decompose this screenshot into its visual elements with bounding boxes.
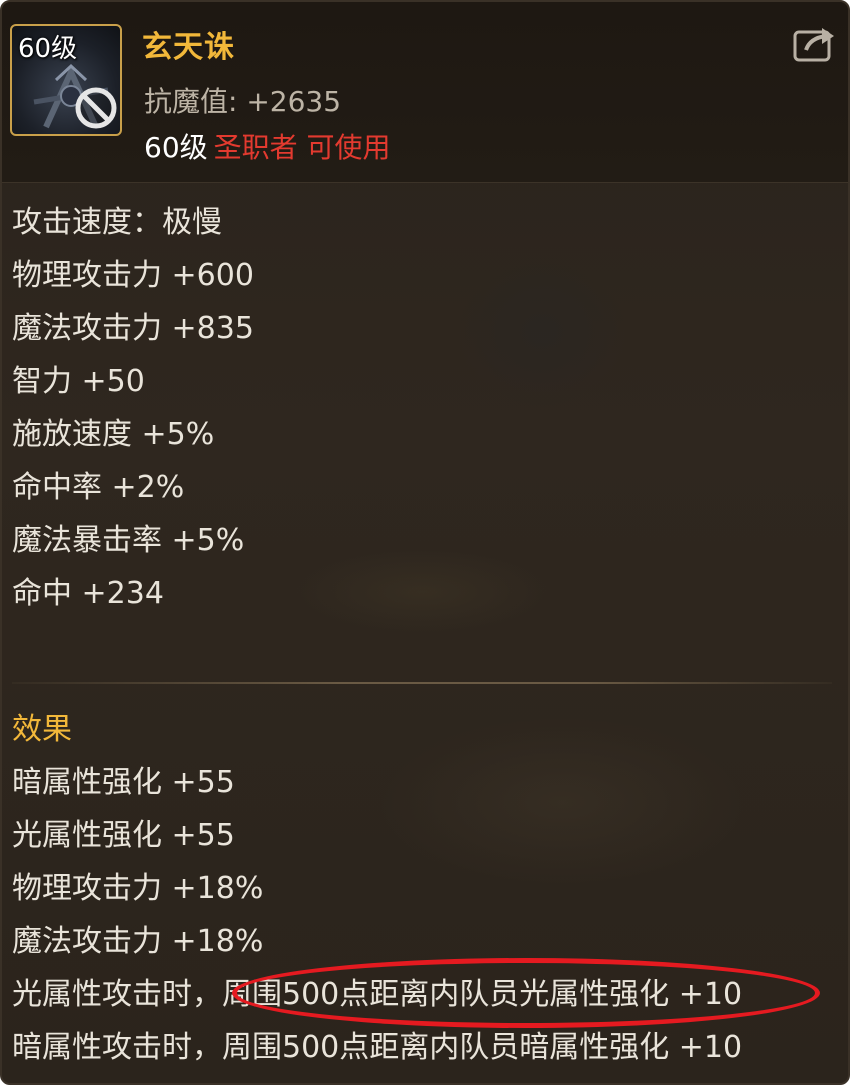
item-magic-resist: 抗魔值: +2635 — [144, 85, 342, 118]
no-entry-icon — [75, 87, 117, 129]
effect-line: 暗属性强化 +55 — [12, 765, 235, 800]
item-tooltip-panel: 60级 玄天诛 抗魔值: +2635 60级 圣职者 可使用 攻击速度：极慢 物理… — [0, 0, 850, 1085]
effect-line-highlighted: 光属性攻击时，周围500点距离内队员光属性强化 +10 — [12, 977, 743, 1012]
stat-line: 命中率 +2% — [12, 470, 185, 505]
item-name: 玄天诛 — [142, 30, 235, 65]
effects-list: 暗属性强化 +55 光属性强化 +55 物理攻击力 +18% 魔法攻击力 +18… — [12, 759, 742, 1077]
stat-line: 物理攻击力 +600 — [12, 258, 254, 293]
stat-line: 施放速度 +5% — [12, 417, 215, 452]
effect-line: 暗属性攻击时，周围500点距离内队员暗属性强化 +10 — [12, 1030, 743, 1065]
stat-line: 攻击速度：极慢 — [12, 205, 222, 240]
item-icon-level: 60级 — [18, 34, 78, 64]
effects-title: 效果 — [12, 712, 72, 747]
stat-line: 魔法暴击率 +5% — [12, 523, 245, 558]
stat-line: 命中 +234 — [12, 576, 164, 611]
share-icon[interactable] — [792, 24, 838, 64]
effect-line: 物理攻击力 +18% — [12, 871, 264, 906]
required-level: 60级 — [144, 131, 208, 164]
item-stats-list: 攻击速度：极慢 物理攻击力 +600 魔法攻击力 +835 智力 +50 施放速… — [12, 200, 254, 624]
section-divider — [12, 682, 832, 684]
required-class: 圣职者 可使用 — [213, 131, 391, 164]
effect-line: 光属性强化 +55 — [12, 818, 235, 853]
stat-line: 魔法攻击力 +835 — [12, 311, 254, 346]
stat-line: 智力 +50 — [12, 364, 145, 399]
item-icon[interactable]: 60级 — [10, 24, 122, 136]
item-requirement: 60级 圣职者 可使用 — [144, 126, 391, 166]
effect-line: 魔法攻击力 +18% — [12, 924, 264, 959]
item-header: 60级 玄天诛 抗魔值: +2635 60级 圣职者 可使用 — [2, 2, 848, 183]
